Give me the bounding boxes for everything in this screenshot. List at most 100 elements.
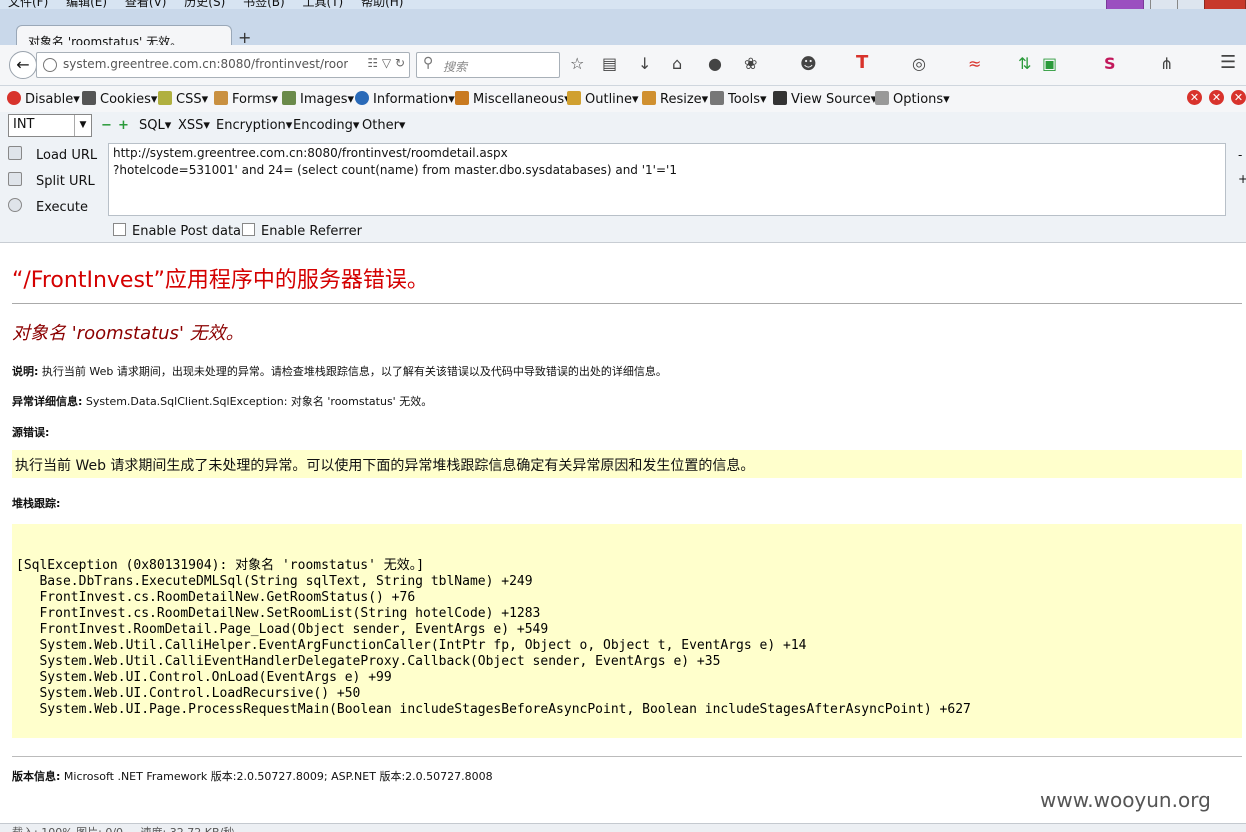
tab-strip: 对象名 'roomstatus' 无效。 + — [0, 9, 1246, 55]
version-text: Microsoft .NET Framework 版本:2.0.50727.80… — [63, 770, 493, 783]
menu-file[interactable]: 文件(F) — [8, 0, 48, 9]
information-icon — [355, 91, 369, 105]
reload-icon[interactable]: ☷ ▽ ↻ — [367, 56, 405, 70]
hackbar-menu-xss[interactable]: XSS▾ — [178, 118, 210, 133]
error-title: “/FrontInvest”应用程序中的服务器错误。 — [12, 268, 429, 293]
back-arrow-icon[interactable]: ← — [9, 51, 37, 79]
disable-icon — [7, 91, 21, 105]
exception-label: 异常详细信息: — [12, 395, 83, 408]
wd-disable[interactable]: Disable▾ — [7, 91, 80, 107]
home-icon[interactable]: ⌂ — [672, 54, 682, 73]
menu-edit[interactable]: 编辑(E) — [66, 0, 107, 9]
menu-tools[interactable]: 工具(T) — [303, 0, 344, 9]
chevron-down-icon: ▼ — [74, 115, 91, 136]
query-line-1: http://system.greentree.com.cn:8080/fron… — [113, 146, 508, 160]
checkbox-icon — [242, 223, 255, 236]
wd-tools[interactable]: Tools▾ — [710, 91, 767, 107]
globe-addon-icon[interactable]: ◎ — [912, 54, 926, 73]
outline-pencil-icon — [567, 91, 581, 105]
close-icon[interactable]: ✕ — [1187, 90, 1202, 105]
hackbar-menu-encoding[interactable]: Encoding▾ — [293, 118, 359, 133]
firebug-icon[interactable]: ❀ — [744, 54, 757, 73]
description-line: 说明: 执行当前 Web 请求期间，出现未处理的异常。请检查堆栈跟踪信息，以了解… — [12, 363, 667, 379]
shrink-icon[interactable]: - — [1238, 148, 1242, 162]
monkey-icon[interactable]: ☻ — [800, 54, 817, 73]
load-url-icon — [8, 146, 22, 160]
wd-images[interactable]: Images▾ — [282, 91, 354, 107]
query-line-2: ?hotelcode=531001' and 24= (select count… — [113, 163, 677, 177]
url-text: system.greentree.com.cn:8080/frontinvest… — [63, 57, 348, 71]
wd-miscellaneous[interactable]: Miscellaneous▾ — [455, 91, 571, 107]
text-t-icon[interactable]: T — [856, 52, 868, 73]
minimize-button[interactable] — [1150, 0, 1178, 9]
search-box[interactable]: ⚲ 搜索 — [416, 52, 560, 78]
hackbar-menu-encryption[interactable]: Encryption▾ — [216, 118, 292, 133]
source-error-label: 源错误: — [12, 426, 50, 439]
sync-arrows-icon[interactable]: ⇅ — [1018, 54, 1031, 73]
enable-referrer-checkbox[interactable]: Enable Referrer — [242, 223, 362, 239]
hamburger-menu-icon[interactable]: ☰ — [1220, 52, 1236, 73]
wd-information[interactable]: Information▾ — [355, 91, 455, 107]
stack-trace-text: [SqlException (0x80131904): 对象名 'roomsta… — [16, 558, 971, 717]
close-icon[interactable]: ✕ — [1209, 90, 1224, 105]
wd-view-source[interactable]: View Source▾ — [773, 91, 877, 107]
graph-icon[interactable]: ≈ — [968, 54, 981, 73]
execute-button[interactable]: Execute — [8, 198, 88, 215]
hackbar-menu-sql[interactable]: SQL▾ — [139, 118, 171, 133]
menu-history[interactable]: 历史(S) — [184, 0, 225, 9]
maximize-button[interactable] — [1177, 0, 1205, 9]
wd-forms[interactable]: Forms▾ — [214, 91, 278, 107]
cookies-icon — [82, 91, 96, 105]
menu-bookmarks[interactable]: 书签(B) — [243, 0, 285, 9]
load-url-button[interactable]: Load URL — [8, 146, 97, 163]
wd-options[interactable]: Options▾ — [875, 91, 950, 107]
type-select[interactable]: INT ▼ — [8, 114, 92, 137]
firefox-menu-button[interactable] — [1106, 0, 1144, 9]
url-query-textarea[interactable]: http://system.greentree.com.cn:8080/fron… — [108, 143, 1226, 216]
chat-bubble-icon[interactable]: ● — [708, 54, 722, 73]
source-error-message: 执行当前 Web 请求期间生成了未处理的异常。可以使用下面的异常堆栈跟踪信息确定… — [15, 458, 755, 474]
split-url-button[interactable]: Split URL — [8, 172, 95, 189]
menu-help[interactable]: 帮助(H) — [361, 0, 403, 9]
url-bar[interactable]: system.greentree.com.cn:8080/frontinvest… — [36, 52, 410, 78]
navigation-toolbar: ← system.greentree.com.cn:8080/frontinve… — [0, 45, 1246, 86]
page-content: “/FrontInvest”应用程序中的服务器错误。 对象名 'roomstat… — [0, 243, 1246, 823]
exception-text: System.Data.SqlClient.SqlException: 对象名 … — [85, 395, 433, 408]
expand-icon[interactable]: + — [1238, 172, 1246, 186]
view-source-icon — [773, 91, 787, 105]
stack-trace-box: [SqlException (0x80131904): 对象名 'roomsta… — [12, 524, 1242, 738]
menu-view[interactable]: 查看(V) — [125, 0, 167, 9]
split-url-icon — [8, 172, 22, 186]
enable-post-checkbox[interactable]: Enable Post data — [113, 223, 241, 239]
window-close-button[interactable] — [1204, 0, 1246, 9]
bookmark-star-icon[interactable]: ☆ — [570, 54, 584, 73]
description-text: 执行当前 Web 请求期间，出现未处理的异常。请检查堆栈跟踪信息，以了解有关该错… — [41, 365, 667, 378]
version-label: 版本信息: — [12, 770, 61, 783]
source-error-line: 源错误: — [12, 424, 49, 440]
exception-details-line: 异常详细信息: System.Data.SqlClient.SqlExcepti… — [12, 393, 432, 409]
close-icon[interactable]: ✕ — [1231, 90, 1246, 105]
description-label: 说明: — [12, 365, 39, 378]
checkbox-icon — [113, 223, 126, 236]
plus-icon[interactable]: + — [118, 118, 129, 133]
hackbar-menu-other[interactable]: Other▾ — [362, 118, 405, 133]
s-addon-icon[interactable]: S — [1104, 54, 1116, 73]
stack-trace-label: 堆栈跟踪: — [12, 497, 61, 510]
download-arrow-icon[interactable]: ↓ — [638, 54, 651, 73]
divider — [12, 303, 1242, 304]
error-subtitle: 对象名 'roomstatus' 无效。 — [12, 323, 244, 344]
images-icon — [282, 91, 296, 105]
minus-icon[interactable]: − — [101, 118, 112, 133]
wd-cookies[interactable]: Cookies▾ — [82, 91, 157, 107]
search-icon: ⚲ — [423, 55, 434, 71]
wd-resize[interactable]: Resize▾ — [642, 91, 708, 107]
wd-css[interactable]: CSS▾ — [158, 91, 208, 107]
watermark: www.wooyun.org — [1040, 788, 1211, 812]
resize-icon — [642, 91, 656, 105]
wd-outline[interactable]: Outline▾ — [567, 91, 639, 107]
tools-icon — [710, 91, 724, 105]
crop-icon[interactable]: ⋔ — [1160, 54, 1173, 73]
reading-list-icon[interactable]: ▤ — [602, 54, 617, 73]
search-placeholder: 搜索 — [443, 60, 468, 74]
counter-badge-icon[interactable]: ▣ — [1042, 54, 1057, 73]
